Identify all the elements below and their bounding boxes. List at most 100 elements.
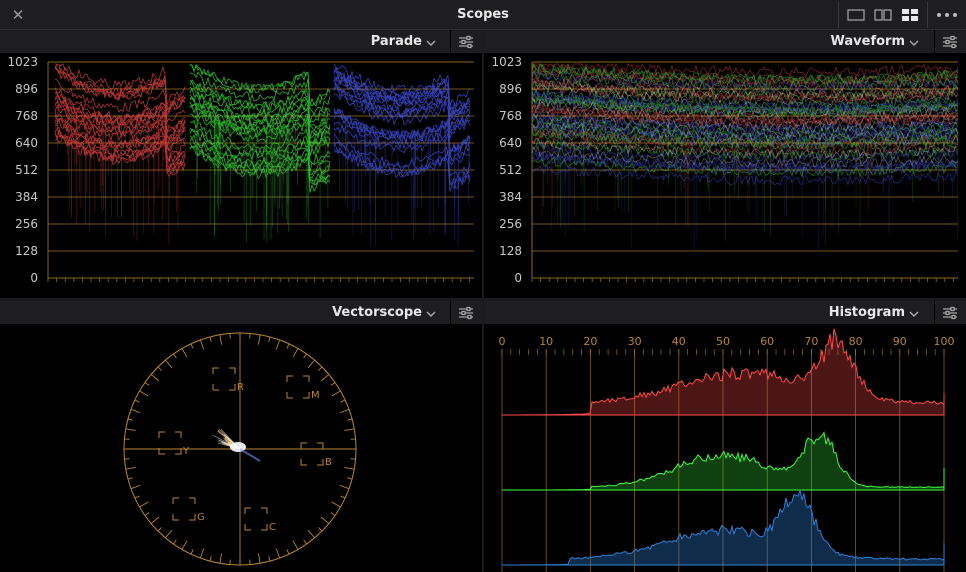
waveform-header: Waveform: [484, 30, 966, 54]
vectorscope-tick: [292, 348, 299, 358]
quad-layout-icon[interactable]: [901, 8, 919, 22]
vectorscope-tick: [181, 540, 188, 550]
parade-scale-label: 1023: [7, 55, 38, 69]
vectorscope-target-label: M: [311, 390, 320, 401]
scopes-title-bar: ✕ Scopes: [0, 0, 966, 30]
layout-switcher: [838, 2, 928, 28]
parade-scale-label: 640: [15, 136, 38, 150]
histogram-scale-label: 40: [672, 335, 686, 348]
vectorscope-target-box: [300, 442, 324, 466]
vectorscope-tick: [331, 390, 341, 397]
vectorscope-target-label: G: [197, 512, 205, 523]
vectorscope-tick: [150, 516, 160, 524]
vectorscope-tick: [257, 553, 261, 564]
parade-graph: 1023 896 768 640 512 384 256 128 0: [7, 55, 474, 285]
histogram-panel: Histogram 0 10 20 30 40 50 60 70 80 90 100: [484, 301, 966, 572]
vectorscope-target-box: [158, 431, 182, 455]
histogram-scale-label: 60: [760, 335, 774, 348]
histogram-settings-icon[interactable]: [934, 301, 964, 325]
vectorscope-tick: [320, 374, 330, 382]
vectorscope-graph: R M B C G Y: [123, 332, 357, 566]
parade-settings-icon[interactable]: [450, 30, 480, 54]
vectorscope-tick: [173, 539, 177, 545]
histogram-scale-label: 70: [804, 335, 818, 348]
vectorscope-tick: [339, 484, 350, 490]
waveform-panel: Waveform 1023 896 768 640 512 384 256 128 0: [484, 30, 966, 298]
chevron-down-icon[interactable]: [907, 306, 921, 320]
vectorscope-tick: [347, 418, 353, 421]
vectorscope-tick: [144, 512, 150, 516]
waveform-scale-label: 384: [499, 190, 522, 204]
vectorscope-tick: [181, 348, 188, 358]
histogram-header: Histogram: [484, 301, 966, 325]
waveform-scale-label: 1023: [491, 55, 522, 69]
vectorscope-tick: [165, 529, 173, 539]
dual-layout-icon[interactable]: [874, 8, 892, 22]
vectorscope-panel: Vectorscope R M B C G Y: [0, 301, 482, 572]
vectorscope-tick: [275, 548, 281, 559]
vectorscope-tick: [330, 382, 336, 386]
more-options-icon[interactable]: [935, 7, 959, 23]
vectorscope-target-box: [244, 507, 268, 531]
vectorscope-tick: [257, 334, 261, 345]
histogram-title[interactable]: Histogram: [829, 305, 905, 320]
vectorscope-tick: [219, 553, 223, 564]
waveform-settings-icon[interactable]: [934, 30, 964, 54]
vectorscope-tick: [209, 556, 212, 562]
waveform-title[interactable]: Waveform: [831, 34, 905, 49]
histogram-scale-label: 30: [628, 335, 642, 348]
vectorscope-tick: [209, 336, 212, 342]
waveform-scope: 1023 896 768 640 512 384 256 128 0: [484, 54, 966, 298]
vectorscope-tick: [139, 501, 149, 508]
horizontal-divider[interactable]: [0, 298, 966, 301]
waveform-scale-label: 768: [499, 109, 522, 123]
vectorscope-trace: [213, 428, 261, 462]
chevron-down-icon[interactable]: [424, 306, 438, 320]
vectorscope-tick: [275, 339, 281, 350]
chevron-down-icon[interactable]: [424, 35, 438, 49]
vectorscope-tick: [303, 539, 307, 545]
vectorscope-tick: [130, 408, 141, 414]
vertical-divider[interactable]: [482, 30, 484, 572]
histogram-scale-label: 100: [934, 335, 955, 348]
histogram-scope: 0 10 20 30 40 50 60 70 80 90 100: [484, 325, 966, 572]
vectorscope-tick: [125, 466, 136, 470]
vectorscope-tick: [268, 336, 271, 342]
vectorscope-tick: [344, 466, 355, 470]
parade-green-trace: [189, 63, 331, 243]
vectorscope-tick: [339, 408, 350, 414]
waveform-scale-label: 0: [514, 271, 522, 285]
parade-title[interactable]: Parade: [371, 34, 422, 49]
vectorscope-tick: [318, 366, 323, 371]
vectorscope-target-box: [172, 497, 196, 521]
vectorscope-tick: [134, 495, 140, 499]
waveform-scale-label: 128: [499, 244, 522, 258]
vectorscope-tick: [130, 484, 141, 490]
vectorscope-tick: [307, 359, 315, 369]
vectorscope-tick: [347, 477, 353, 480]
parade-panel: Parade 1023 896 768 640 512 384 256 128 0: [0, 30, 482, 298]
parade-scale-label: 0: [30, 271, 38, 285]
vectorscope-tick: [165, 359, 173, 369]
window-title: Scopes: [457, 7, 509, 22]
histogram-scale-label: 50: [716, 335, 730, 348]
single-layout-icon[interactable]: [847, 8, 865, 22]
vectorscope-tick: [144, 382, 150, 386]
parade-red-trace: [54, 63, 187, 244]
parade-scope: 1023 896 768 640 512 384 256 128 0: [0, 54, 482, 298]
parade-scale-label: 128: [15, 244, 38, 258]
waveform-scale-label: 512: [499, 163, 522, 177]
vectorscope-settings-icon[interactable]: [450, 301, 480, 325]
histogram-scale-label: 0: [499, 335, 506, 348]
vectorscope-tick: [134, 399, 140, 403]
vectorscope-tick: [331, 501, 341, 508]
vectorscope-tick: [125, 428, 136, 432]
chevron-down-icon[interactable]: [907, 35, 921, 49]
vectorscope-tick: [330, 512, 336, 516]
vectorscope-tick: [139, 390, 149, 397]
vectorscope-tick: [340, 495, 346, 499]
parade-scale-label: 384: [15, 190, 38, 204]
vectorscope-tick: [157, 366, 162, 371]
vectorscope-tick: [127, 418, 133, 421]
vectorscope-title[interactable]: Vectorscope: [332, 305, 422, 320]
